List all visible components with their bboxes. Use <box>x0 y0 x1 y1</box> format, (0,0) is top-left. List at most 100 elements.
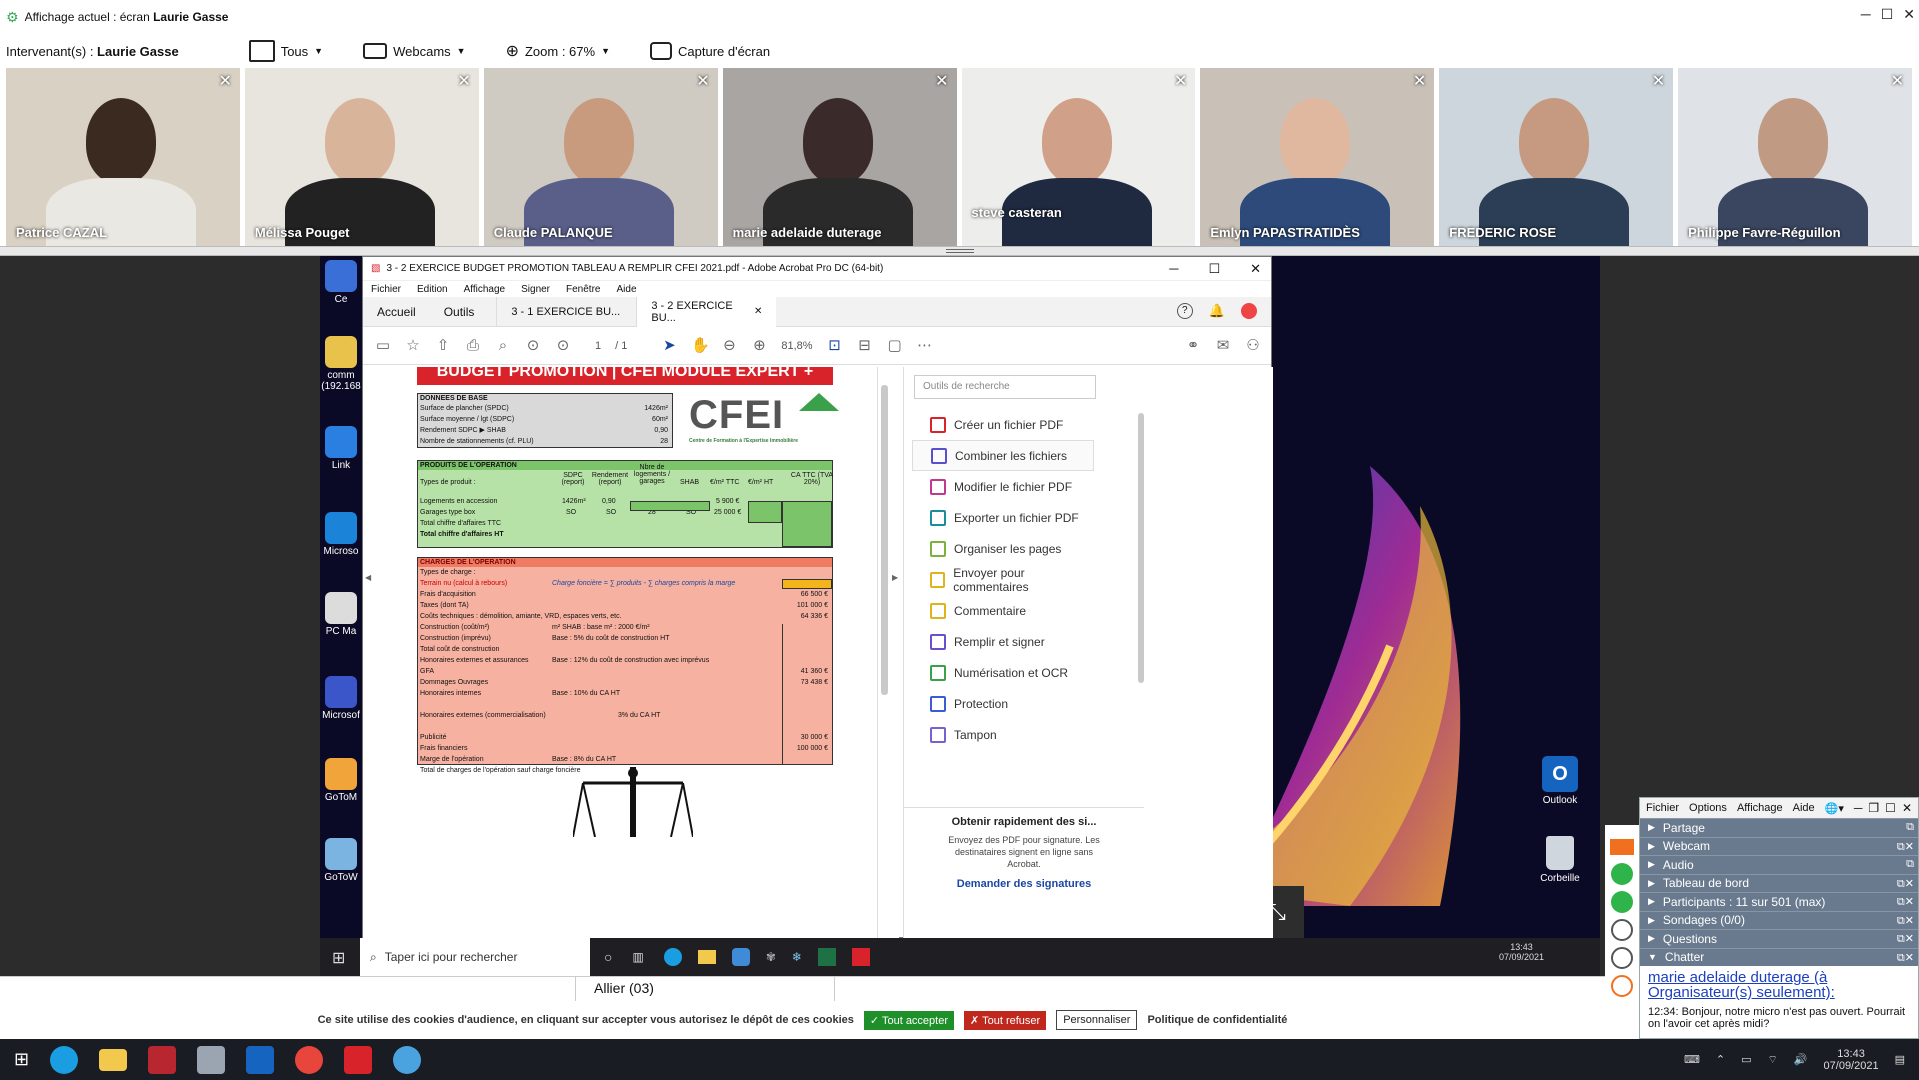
snowflake-icon[interactable] <box>393 1045 422 1074</box>
right-panel-arrow-icon[interactable]: ▶ <box>892 573 898 582</box>
desktop-icon[interactable]: Link <box>320 426 362 471</box>
desktop-icon[interactable]: Ce <box>320 260 362 305</box>
tab-document-1[interactable]: 3 - 1 EXERCICE BU... <box>496 296 636 327</box>
desktop-icon[interactable]: GoToM <box>320 758 362 803</box>
page-down-icon[interactable]: ⊙ <box>555 337 571 354</box>
close-webcam-icon[interactable]: ✕ <box>218 71 231 91</box>
tool-combine-files[interactable]: Combiner les fichiers <box>912 440 1094 471</box>
maximize-icon[interactable]: ☐ <box>1885 801 1896 815</box>
customize-cookies-button[interactable]: Personnaliser <box>1056 1010 1138 1030</box>
close-webcam-icon[interactable]: ✕ <box>1413 71 1426 91</box>
excel-icon[interactable] <box>817 948 836 966</box>
close-webcam-icon[interactable]: ✕ <box>696 71 709 91</box>
tool-comment[interactable]: Commentaire <box>912 595 1094 626</box>
minimize-icon[interactable]: ─ <box>1861 6 1871 23</box>
snowflake-icon[interactable]: ❄ <box>792 950 802 964</box>
zoom-level[interactable]: 81,8% <box>781 340 812 352</box>
section-partage[interactable]: ▶ Partage ⧉ <box>1640 818 1918 837</box>
fit-page-icon[interactable]: ⊡ <box>827 337 843 354</box>
chrome-icon[interactable] <box>295 1045 324 1074</box>
restore-icon[interactable]: ❐ <box>1868 801 1879 815</box>
taskbar-search-input[interactable]: ⌕ Taper ici pour rechercher <box>360 938 590 976</box>
upload-icon[interactable]: ⇧ <box>435 337 451 354</box>
tool-organize-pages[interactable]: Organiser les pages <box>912 533 1094 564</box>
chat-log[interactable]: marie adelaide duterage (à Organisateur(… <box>1640 966 1918 1034</box>
desktop-outlook-icon[interactable]: O Outlook <box>1530 756 1590 806</box>
app-gear-icon[interactable]: ⚙ <box>6 9 19 26</box>
close-webcam-icon[interactable]: ✕ <box>1891 71 1904 91</box>
cp-menu-affichage[interactable]: Affichage <box>1737 802 1783 814</box>
comment-icon[interactable]: ▢ <box>887 337 903 354</box>
acrobat-icon[interactable] <box>344 1045 373 1074</box>
webcam-tile[interactable]: Patrice CAZAL ✕ <box>6 68 240 246</box>
section-polls[interactable]: ▶ Sondages (0/0) ⧉✕ <box>1640 910 1918 929</box>
webcam-tile[interactable]: Emlyn PAPASTRATIDÈS ✕ <box>1200 68 1435 246</box>
menu-signer[interactable]: Signer <box>521 284 550 295</box>
search-icon[interactable]: ⌕ <box>495 337 511 354</box>
more-icon[interactable]: ⋯ <box>917 337 933 354</box>
webcam-toggle-icon[interactable] <box>1611 891 1633 913</box>
privacy-policy-link[interactable]: Politique de confidentialité <box>1147 1014 1287 1026</box>
menu-affichage[interactable]: Affichage <box>464 284 506 295</box>
desktop-icon[interactable]: comm (192.168 <box>320 336 362 392</box>
cp-menu-fichier[interactable]: Fichier <box>1646 802 1679 814</box>
tab-document-2[interactable]: 3 - 2 EXERCICE BU... ✕ <box>636 296 777 327</box>
webcam-tile[interactable]: Mélissa Pouget ✕ <box>244 68 479 246</box>
section-audio[interactable]: ▶ Audio ⧉ <box>1640 855 1918 874</box>
minimize-icon[interactable]: ─ <box>1854 801 1863 815</box>
tool-protection[interactable]: Protection <box>912 688 1094 719</box>
cp-menu-aide[interactable]: Aide <box>1793 802 1815 814</box>
pop-out-close-icons[interactable]: ⧉✕ <box>1897 932 1914 946</box>
left-panel-arrow-icon[interactable]: ◀ <box>365 573 371 582</box>
page-number-input[interactable]: 1 <box>595 340 601 352</box>
print-icon[interactable]: ⎙ <box>465 337 481 354</box>
hand-icon[interactable]: ✋ <box>691 337 710 354</box>
app-icon[interactable]: ✾ <box>766 950 776 964</box>
section-chat[interactable]: ▼ Chatter ⧉✕ <box>1640 947 1918 966</box>
pop-out-icon[interactable]: ⧉ <box>1906 821 1914 834</box>
desktop-icon[interactable]: PC Ma <box>320 592 362 637</box>
zoom-dropdown[interactable]: ⊕ Zoom : 67% ▼ <box>506 41 610 61</box>
tool-stamp[interactable]: Tampon <box>912 719 1094 750</box>
avatar[interactable] <box>1241 303 1257 319</box>
page-up-icon[interactable]: ⊙ <box>525 337 541 354</box>
cortana-icon[interactable]: ○ <box>604 949 612 965</box>
edge-icon[interactable] <box>50 1045 79 1074</box>
request-signatures-link[interactable]: Demander des signatures <box>904 878 1144 890</box>
wifi-icon[interactable]: ⌔ <box>1767 1053 1777 1067</box>
tools-scrollbar[interactable] <box>1138 407 1146 687</box>
screen-share-icon[interactable] <box>1611 919 1633 941</box>
close-webcam-icon[interactable]: ✕ <box>935 71 948 91</box>
notification-icon[interactable]: ▤ <box>1895 1053 1905 1066</box>
camera-app-icon[interactable] <box>197 1045 226 1074</box>
webcam-tile[interactable]: Claude PALANQUE ✕ <box>483 68 718 246</box>
tray-overflow-icon[interactable]: ⌃ <box>1716 1053 1725 1066</box>
windows-start-icon[interactable]: ⊞ <box>332 948 345 968</box>
all-view-dropdown[interactable]: Tous ▼ <box>248 40 323 62</box>
task-view-icon[interactable]: ▥ <box>632 950 643 964</box>
tools-search-input[interactable]: Outils de recherche <box>914 375 1096 399</box>
link-icon[interactable]: ⚭ <box>1185 337 1201 354</box>
host-clock[interactable]: 13:43 07/09/2021 <box>1824 1048 1879 1072</box>
pop-out-close-icons[interactable]: ⧉✕ <box>1897 877 1914 891</box>
zoom-in-icon[interactable]: ⊕ <box>751 337 767 354</box>
pop-out-close-icons[interactable]: ⧉✕ <box>1897 840 1914 854</box>
webcam-tile[interactable]: FREDERIC ROSE ✕ <box>1439 68 1674 246</box>
expand-panel-icon[interactable] <box>1610 839 1634 855</box>
battery-icon[interactable]: ▭ <box>1741 1053 1751 1066</box>
pop-out-close-icons[interactable]: ⧉✕ <box>1897 895 1914 909</box>
globe-icon[interactable]: 🌐▾ <box>1825 802 1844 815</box>
select-cursor-icon[interactable]: ➤ <box>661 337 677 354</box>
screenshot-button[interactable]: Capture d'écran <box>650 42 770 60</box>
outlook-icon[interactable] <box>246 1045 275 1074</box>
desktop-icon[interactable]: Microsof <box>320 676 362 721</box>
close-tab-icon[interactable]: ✕ <box>754 306 762 317</box>
webcam-tile[interactable]: Philippe Favre-Réguillon ✕ <box>1678 68 1912 246</box>
star-icon[interactable]: ☆ <box>405 337 421 354</box>
strip-resize-handle[interactable] <box>0 246 1919 256</box>
menu-aide[interactable]: Aide <box>616 284 636 295</box>
maximize-icon[interactable]: ☐ <box>1208 261 1220 277</box>
close-webcam-icon[interactable]: ✕ <box>457 71 470 91</box>
windows-start-icon[interactable]: ⊞ <box>14 1049 29 1070</box>
zoom-out-icon[interactable]: ⊖ <box>721 337 737 354</box>
